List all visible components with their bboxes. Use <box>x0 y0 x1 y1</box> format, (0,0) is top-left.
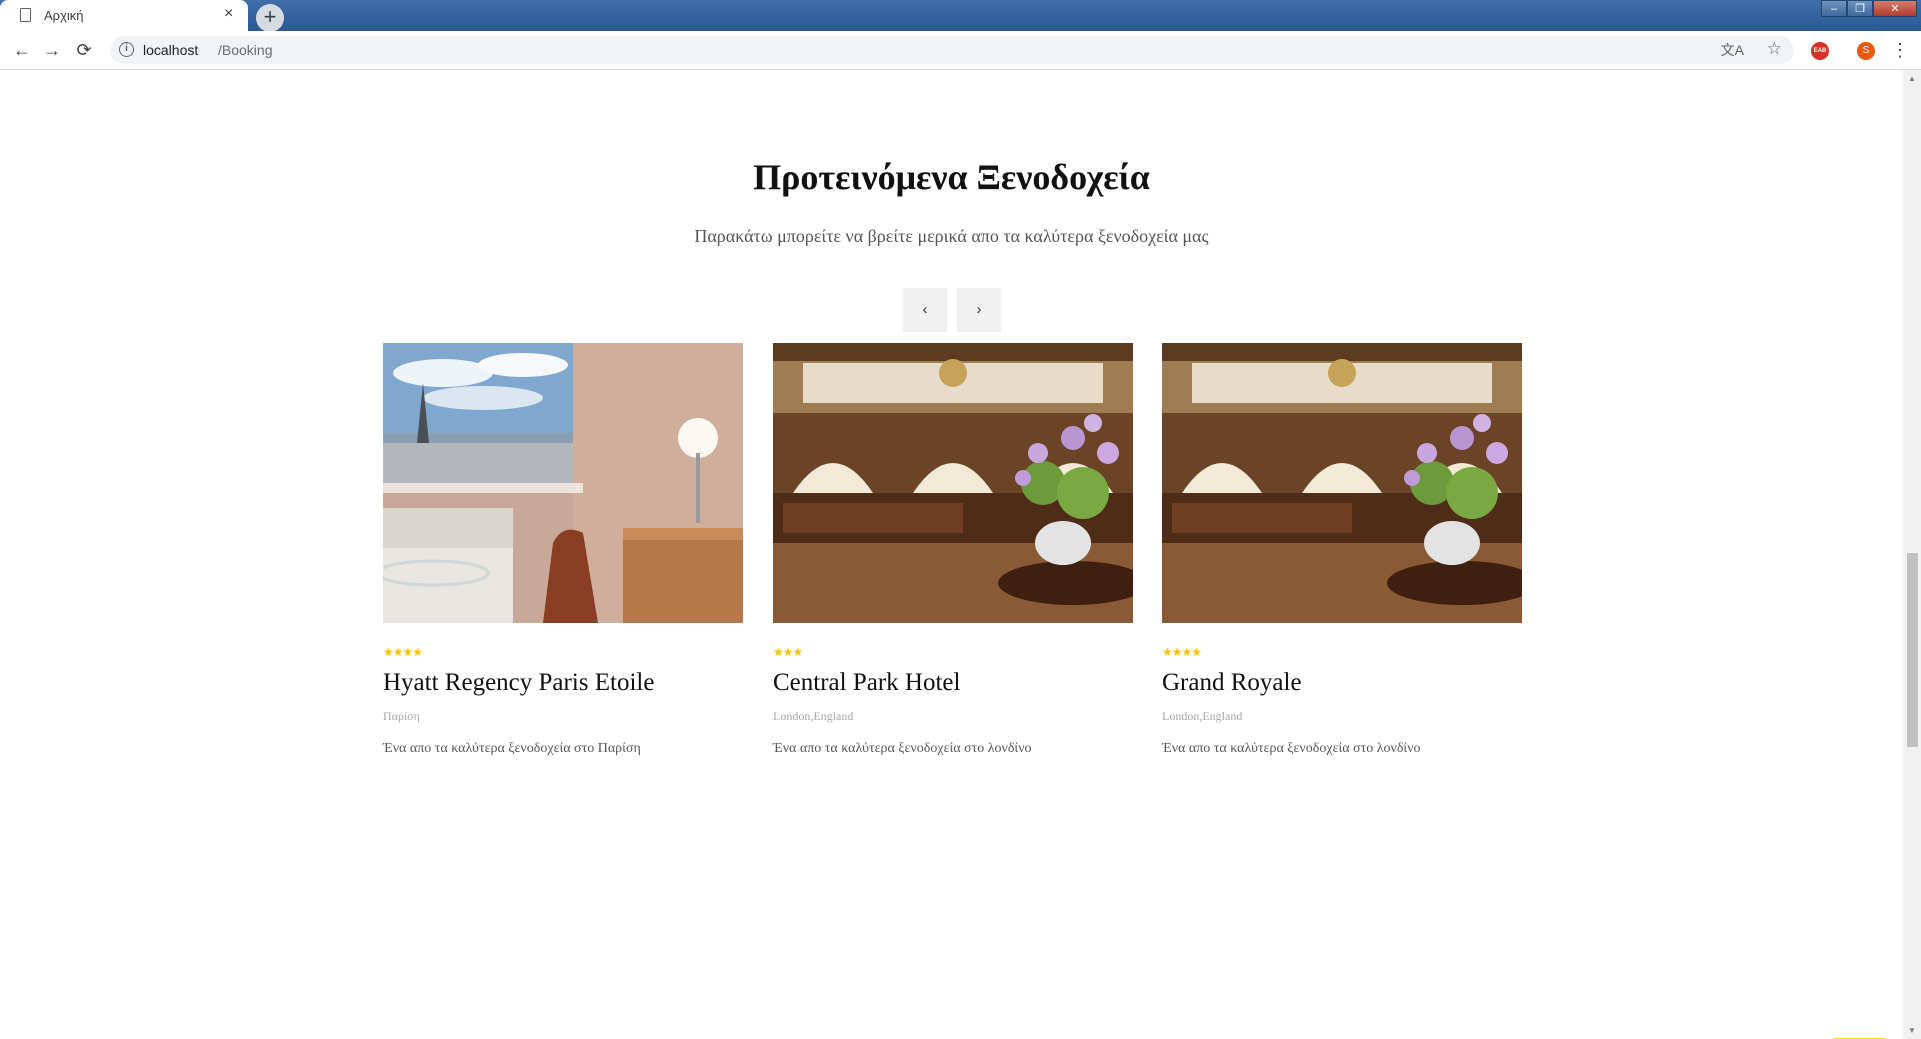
section-title: Προτεινόμενα Ξενοδοχεία <box>753 157 1150 197</box>
carousel-next-button[interactable]: › <box>957 288 1001 332</box>
site-info-icon[interactable]: i <box>119 42 134 57</box>
carousel-prev-button[interactable]: ‹ <box>903 288 947 332</box>
scroll-thumb[interactable] <box>1907 553 1918 747</box>
hotel-name[interactable]: Central Park Hotel <box>773 669 1133 697</box>
hotel-description: Ένα απο τα καλύτερα ξενοδοχεία στο λονδί… <box>773 741 1032 756</box>
browser-menu-icon[interactable]: ⋮ <box>1891 39 1909 61</box>
address-bar[interactable]: i localhost /Booking 文A ☆ <box>110 36 1794 64</box>
page-content: Προτεινόμενα Ξενοδοχεία Παρακάτω μπορείτ… <box>0 70 1903 1039</box>
hotel-card[interactable]: ★★★ Central Park Hotel London,England Έν… <box>773 343 1133 757</box>
hotel-location: London,England <box>1162 709 1243 723</box>
tab-title: Αρχική <box>44 8 84 23</box>
document-icon <box>20 8 31 22</box>
scroll-down-icon[interactable]: ▼ <box>1903 1022 1921 1039</box>
translate-icon[interactable]: 文A <box>1721 40 1744 60</box>
hotel-photo-paris-room[interactable] <box>383 343 743 623</box>
hotel-room-image <box>383 343 743 623</box>
tab-strip: Αρχική × + – ❐ ✕ <box>0 0 1921 32</box>
hotel-description: Ένα απο τα καλύτερα ξενοδοχεία στο λονδί… <box>1162 741 1421 756</box>
bookmark-star-icon[interactable]: ☆ <box>1767 39 1782 59</box>
tab-home[interactable]: Αρχική × <box>0 0 248 31</box>
hotel-description: Ένα απο τα καλύτερα ξενοδοχεία στο Παρίσ… <box>383 741 641 756</box>
reload-button[interactable]: ⟳ <box>72 38 96 62</box>
hotel-card[interactable]: ★★★★ Hyatt Regency Paris Etoile Παρίση Έ… <box>383 343 743 757</box>
browser-toolbar: ← → ⟳ i localhost /Booking 文A ☆ EAB S ⋮ <box>0 31 1921 70</box>
new-tab-button[interactable]: + <box>256 4 284 32</box>
hotel-card[interactable]: ★★★★ Grand Royale London,England Ένα απο… <box>1162 343 1522 757</box>
scroll-up-icon[interactable]: ▲ <box>1903 70 1921 87</box>
hotel-lobby-image <box>773 343 1133 623</box>
hotel-name[interactable]: Hyatt Regency Paris Etoile <box>383 669 743 697</box>
hotel-location: London,England <box>773 709 854 723</box>
star-rating: ★★★★ <box>383 645 423 659</box>
minimize-button[interactable]: – <box>1821 0 1847 17</box>
url-host: localhost <box>143 42 199 58</box>
browser-window: Αρχική × + – ❐ ✕ ← → ⟳ i localhost /Book… <box>0 0 1921 1039</box>
section-subtitle: Παρακάτω μπορείτε να βρείτε μερικά απο τ… <box>694 226 1209 246</box>
extension-icon[interactable]: EAB <box>1811 42 1829 60</box>
hotel-location: Παρίση <box>383 709 420 723</box>
page-scrollbar[interactable]: ▲ ▼ <box>1903 70 1921 1039</box>
close-window-button[interactable]: ✕ <box>1873 0 1917 17</box>
url-path: /Booking <box>218 42 273 58</box>
star-rating: ★★★ <box>773 645 803 659</box>
tab-close-icon[interactable]: × <box>224 5 233 23</box>
back-button[interactable]: ← <box>10 38 34 62</box>
window-controls: – ❐ ✕ <box>1821 0 1917 17</box>
hotel-photo-lobby[interactable] <box>1162 343 1522 623</box>
hotel-photo-lobby[interactable] <box>773 343 1133 623</box>
hotel-lobby-image <box>1162 343 1522 623</box>
hotel-name[interactable]: Grand Royale <box>1162 669 1522 697</box>
maximize-button[interactable]: ❐ <box>1847 0 1873 17</box>
forward-button[interactable]: → <box>40 38 64 62</box>
star-rating: ★★★★ <box>1162 645 1202 659</box>
profile-avatar[interactable]: S <box>1857 42 1875 60</box>
